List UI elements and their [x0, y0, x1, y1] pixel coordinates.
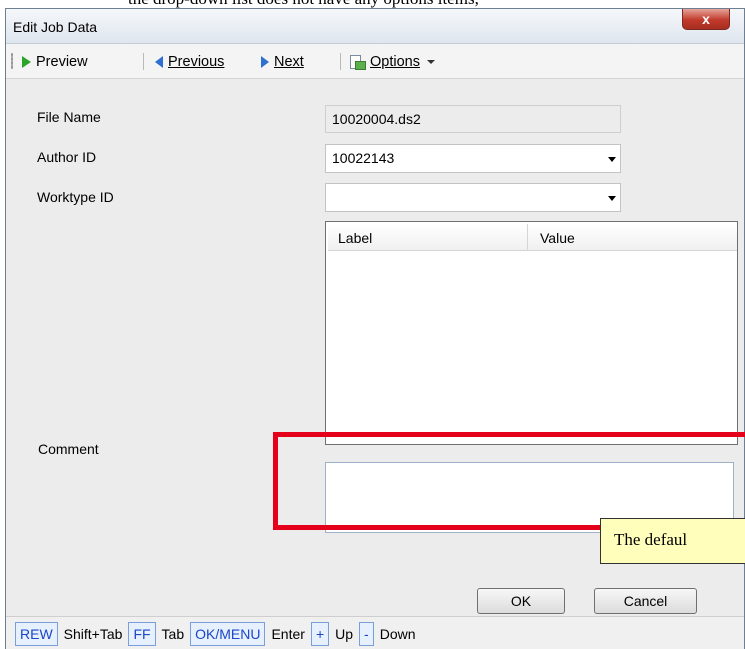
shortcut-key-ok-menu: OK/MENU: [190, 622, 266, 646]
shortcut-action-tab: Tab: [161, 626, 185, 642]
author-id-value: 10022143: [332, 150, 395, 166]
close-icon: x: [702, 11, 710, 27]
job-data-grid[interactable]: Label Value: [325, 221, 738, 445]
preview-button[interactable]: Preview: [22, 53, 88, 71]
file-name-value: 10020004.ds2: [332, 111, 421, 127]
tooltip-text: The defaul: [614, 530, 688, 549]
toolbar-separator: [143, 53, 144, 70]
column-header-value[interactable]: Value: [540, 230, 575, 246]
next-button[interactable]: Next: [261, 53, 304, 71]
chevron-down-icon[interactable]: [608, 157, 616, 162]
grid-header: Label Value: [328, 224, 737, 251]
file-name-label: File Name: [37, 109, 101, 125]
shortcut-action-up: Up: [335, 626, 354, 642]
ok-button[interactable]: OK: [477, 588, 565, 614]
arrow-left-icon: [155, 56, 163, 68]
options-sheet-icon: [349, 54, 366, 70]
cancel-label: Cancel: [623, 593, 668, 609]
worktype-id-label: Worktype ID: [37, 189, 114, 205]
preview-label: Preview: [36, 54, 88, 70]
options-label: Options: [370, 54, 420, 70]
window-title: Edit Job Data: [13, 19, 98, 35]
toolbar-separator: [340, 53, 341, 70]
worktype-id-combo[interactable]: [325, 183, 621, 212]
previous-label: Previous: [168, 54, 225, 70]
shortcut-action-down: Down: [379, 626, 416, 642]
author-id-label: Author ID: [37, 149, 97, 165]
close-button[interactable]: x: [682, 9, 730, 30]
shortcut-key-rew: REW: [15, 622, 58, 646]
comment-label: Comment: [38, 441, 99, 457]
arrow-right-icon: [261, 56, 269, 68]
chevron-down-icon[interactable]: [608, 196, 616, 201]
next-label: Next: [274, 54, 304, 70]
shortcut-action-shift-tab: Shift+Tab: [63, 626, 123, 642]
column-header-label[interactable]: Label: [338, 230, 372, 246]
file-name-field: 10020004.ds2: [325, 105, 621, 133]
previous-button[interactable]: Previous: [155, 53, 224, 71]
toolbar: Preview Previous Next Options: [6, 44, 744, 79]
cancel-button[interactable]: Cancel: [594, 588, 697, 614]
play-triangle-icon: [22, 56, 31, 68]
annotation-tooltip: The defaul: [600, 518, 745, 564]
shortcut-key-minus: -: [359, 622, 374, 646]
author-id-combo[interactable]: 10022143: [325, 144, 621, 173]
shortcut-list: REW Shift+Tab FF Tab OK/MENU Enter + Up …: [15, 622, 422, 646]
ok-label: OK: [510, 593, 532, 609]
dropdown-caret-icon: [426, 60, 435, 64]
title-bar: Edit Job Data x: [6, 9, 744, 44]
shortcut-status-bar: REW Shift+Tab FF Tab OK/MENU Enter + Up …: [6, 616, 744, 649]
shortcut-action-enter: Enter: [271, 626, 305, 642]
shortcut-key-ff: FF: [128, 622, 156, 646]
toolbar-grip[interactable]: [11, 53, 13, 69]
column-divider[interactable]: [527, 224, 528, 250]
shortcut-key-plus: +: [310, 622, 330, 646]
options-menu-button[interactable]: Options: [349, 53, 435, 71]
